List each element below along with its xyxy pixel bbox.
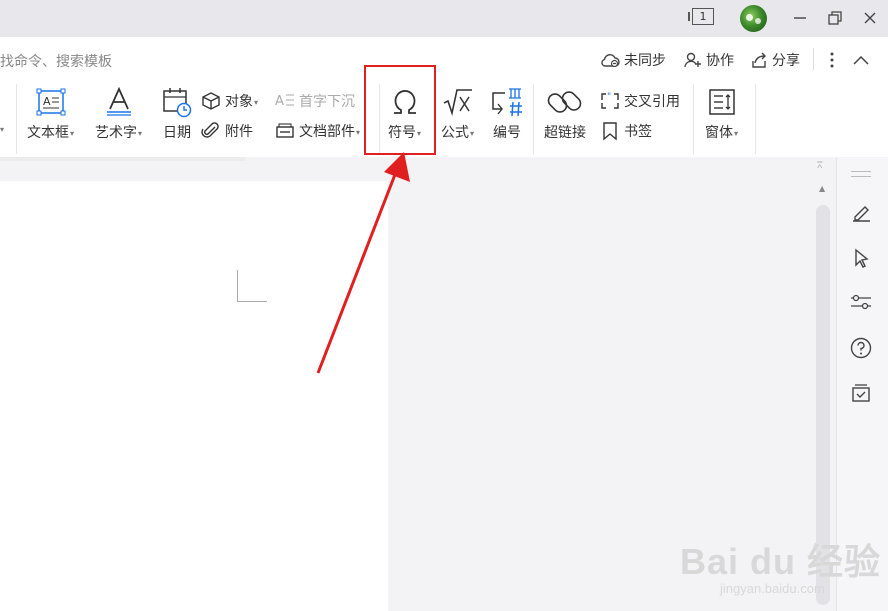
pen-icon[interactable] xyxy=(848,199,874,225)
help-icon[interactable] xyxy=(848,335,874,361)
select-cursor-icon[interactable] xyxy=(848,245,874,271)
inbox-check-icon[interactable] xyxy=(848,380,874,406)
watermark-main: Bai du 经验 xyxy=(680,541,882,582)
annotation-arrow xyxy=(316,152,410,374)
panel-handle xyxy=(851,176,871,177)
adjust-sliders-icon[interactable] xyxy=(848,289,874,315)
panel-handle xyxy=(851,171,871,172)
scroll-up-icon[interactable]: ▲ xyxy=(819,184,825,193)
scroll-top-icon[interactable]: ⩞ xyxy=(817,162,822,171)
watermark-logo: Bai du 经验 jingyan.baidu.com xyxy=(680,533,881,596)
